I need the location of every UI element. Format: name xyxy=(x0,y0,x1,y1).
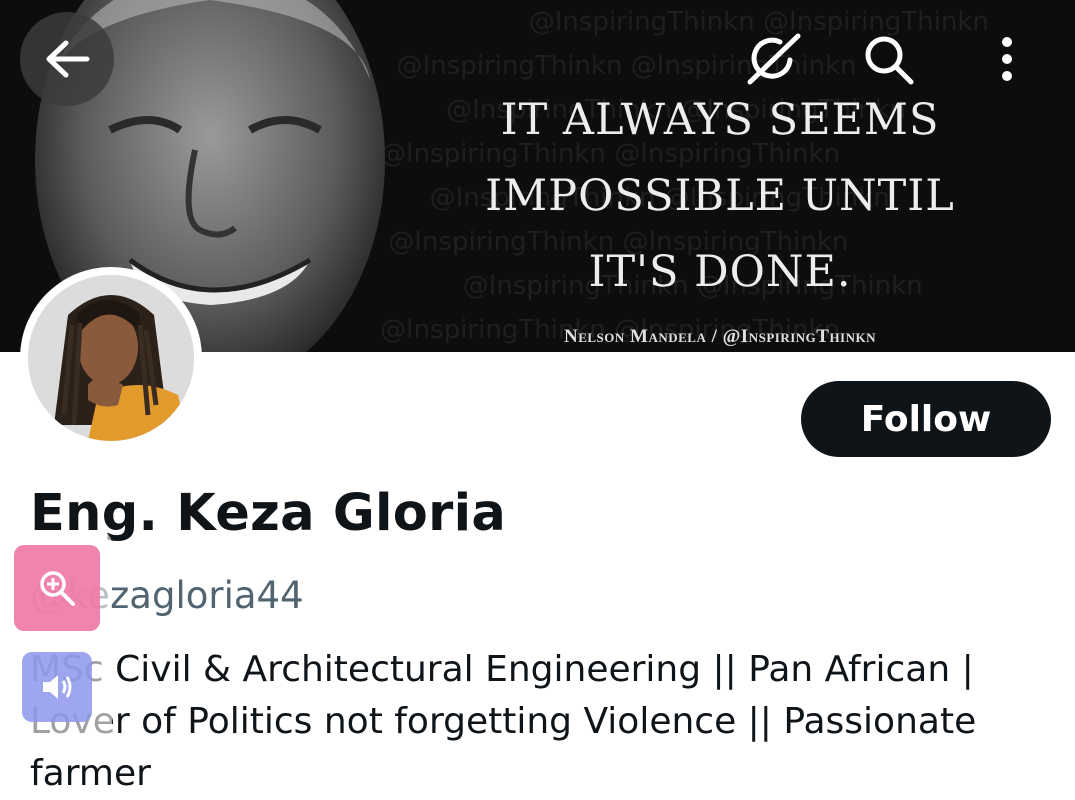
profile-bio: MSc Civil & Architectural Engineering ||… xyxy=(30,649,977,794)
zoom-tool-button[interactable] xyxy=(14,545,100,631)
audio-tool-button[interactable] xyxy=(22,652,92,722)
quote-line: IMPOSSIBLE UNTIL xyxy=(485,171,955,221)
grok-icon xyxy=(747,33,801,85)
quote-line: IT ALWAYS SEEMS xyxy=(500,95,940,145)
arrow-left-icon xyxy=(46,40,90,78)
search-icon xyxy=(865,36,914,85)
quote-attribution: Nelson Mandela / @InspiringThinkn xyxy=(563,326,876,347)
banner-quote: IT ALWAYS SEEMS IMPOSSIBLE UNTIL IT'S DO… xyxy=(440,82,1000,310)
zoom-in-icon xyxy=(40,571,75,606)
avatar-image xyxy=(28,275,194,441)
more-vertical-icon xyxy=(1002,37,1012,81)
speaker-icon xyxy=(43,675,72,699)
follow-button[interactable]: Follow xyxy=(801,381,1051,457)
back-button[interactable] xyxy=(20,12,114,106)
search-button[interactable] xyxy=(857,28,919,90)
more-options-button[interactable] xyxy=(982,28,1032,90)
grok-button[interactable] xyxy=(742,28,804,90)
quote-line: IT'S DONE. xyxy=(588,247,852,297)
profile-avatar[interactable] xyxy=(20,267,202,449)
